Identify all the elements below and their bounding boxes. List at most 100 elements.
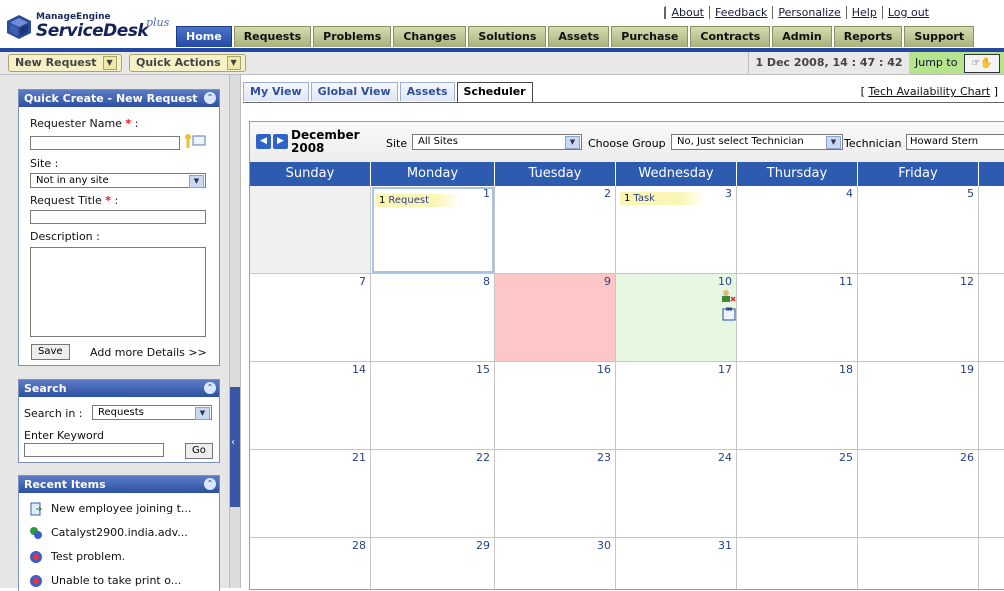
calendar-day-21[interactable]: 21 [250, 450, 371, 538]
group-select[interactable]: No, Just select Technician ▼ [671, 134, 843, 150]
chevron-down-icon[interactable]: ▼ [195, 407, 210, 420]
tab-home[interactable]: Home [176, 26, 232, 47]
quick-actions-button[interactable]: Quick Actions ▼ [129, 54, 246, 72]
tab-global-view[interactable]: Global View [310, 82, 398, 101]
calendar-day-7[interactable]: 7 [250, 274, 371, 362]
request-doc-icon [29, 502, 43, 516]
tech-availability-chart-link[interactable]: Tech Availability Chart [868, 85, 990, 98]
tab-assets[interactable]: Assets [548, 26, 610, 47]
calendar-day-23[interactable]: 23 [495, 450, 616, 538]
tab-assets-view[interactable]: Assets [399, 82, 455, 101]
calendar-day-22[interactable]: 22 [371, 450, 495, 538]
calendar-day-5[interactable]: 5 [858, 186, 979, 274]
tab-contracts[interactable]: Contracts [690, 26, 771, 47]
calendar-day-15[interactable]: 15 [371, 362, 495, 450]
search-in-select[interactable]: Requests ▼ [92, 405, 212, 420]
calendar-day-26[interactable]: 26 [858, 450, 979, 538]
description-textarea[interactable] [30, 247, 206, 337]
calendar-day-29[interactable]: 29 [371, 538, 495, 589]
tab-solutions[interactable]: Solutions [468, 26, 547, 47]
quick-create-panel: Quick Create - New Request ⌃ Requester Na… [18, 89, 220, 366]
chevron-down-icon[interactable]: ▼ [102, 56, 117, 70]
tab-admin[interactable]: Admin [772, 26, 832, 47]
site-filter-select[interactable]: All Sites ▼ [412, 134, 582, 150]
personalize-link[interactable]: Personalize [772, 6, 846, 19]
calendar-day-30[interactable]: 30 [495, 538, 616, 589]
technician-leave-icon[interactable] [720, 289, 736, 303]
calendar-day-1[interactable]: 1 1 Request [371, 186, 495, 274]
calendar-day-25[interactable]: 25 [737, 450, 858, 538]
calendar-day-31[interactable]: 31 [616, 538, 737, 589]
recent-item[interactable]: Catalyst2900.india.adv... [29, 526, 188, 540]
collapse-icon[interactable]: ⌃ [204, 478, 216, 490]
chevron-down-icon[interactable]: ▼ [226, 56, 241, 70]
requester-lookup-icon[interactable] [184, 133, 206, 149]
calendar-day-4[interactable]: 4 [737, 186, 858, 274]
next-month-button[interactable]: ▶ [273, 134, 288, 149]
collapse-icon[interactable]: ⌃ [204, 382, 216, 394]
calendar-day-2[interactable]: 2 [495, 186, 616, 274]
request-title-input[interactable] [30, 210, 206, 224]
calendar-day-24[interactable]: 24 [616, 450, 737, 538]
recent-item[interactable]: New employee joining t... [29, 502, 191, 516]
top-links: About Feedback Personalize Help Log out [664, 6, 934, 19]
jump-to-button[interactable]: Jump to ☞✋ [909, 52, 1004, 74]
calendar-day-18[interactable]: 18 [737, 362, 858, 450]
calendar-day-8[interactable]: 8 [371, 274, 495, 362]
tab-changes[interactable]: Changes [393, 26, 467, 47]
about-link[interactable]: About [665, 6, 709, 19]
collapse-sidebar-handle[interactable]: ‹ [230, 387, 240, 507]
month-title: December 2008 [291, 128, 360, 155]
chevron-down-icon[interactable]: ▼ [826, 136, 841, 149]
calendar-day-partial [979, 362, 1004, 450]
logout-link[interactable]: Log out [881, 6, 934, 19]
task-event[interactable]: 1 Task [620, 192, 706, 205]
new-request-button[interactable]: New Request ▼ [8, 54, 122, 72]
tab-scheduler[interactable]: Scheduler [456, 82, 533, 103]
calendar-day-empty [250, 186, 371, 274]
tab-support[interactable]: Support [904, 26, 975, 47]
calendar-day-12[interactable]: 12 [858, 274, 979, 362]
clipboard-icon[interactable] [722, 307, 736, 321]
jump-hand-icon[interactable]: ☞✋ [964, 54, 1000, 73]
tab-purchase[interactable]: Purchase [611, 26, 689, 47]
help-link[interactable]: Help [845, 6, 882, 19]
weekday-sunday: Sunday [250, 162, 371, 186]
prev-month-button[interactable]: ◀ [256, 134, 271, 149]
calendar-day-17[interactable]: 17 [616, 362, 737, 450]
left-sidebar: Quick Create - New Request ⌃ Requester Na… [0, 75, 229, 591]
request-event[interactable]: 1 Request [375, 194, 461, 207]
calendar-day-16[interactable]: 16 [495, 362, 616, 450]
servicedesk-logo[interactable]: ManageEngine ServiceDesk plus [6, 12, 186, 44]
tab-reports[interactable]: Reports [833, 26, 903, 47]
chevron-down-icon[interactable]: ▼ [565, 136, 580, 149]
calendar-day-19[interactable]: 19 [858, 362, 979, 450]
site-select[interactable]: Not in any site ▼ [30, 173, 206, 188]
tab-problems[interactable]: Problems [313, 26, 392, 47]
calendar-day-9[interactable]: 9 [495, 274, 616, 362]
requester-name-input[interactable] [30, 136, 180, 150]
recent-item[interactable]: Unable to take print o... [29, 574, 181, 588]
chevron-down-icon[interactable]: ▼ [189, 175, 204, 188]
calendar-day-11[interactable]: 11 [737, 274, 858, 362]
calendar-day-28[interactable]: 28 [250, 538, 371, 589]
calendar-day-10[interactable]: 10 [616, 274, 737, 362]
go-button[interactable]: Go [185, 443, 213, 459]
sidebar-splitter[interactable]: ‹ [229, 75, 241, 588]
calendar-day-3[interactable]: 3 1 Task [616, 186, 737, 274]
required-marker: * [125, 117, 132, 130]
tab-my-view[interactable]: My View [243, 82, 309, 101]
collapse-icon[interactable]: ⌃ [204, 92, 216, 104]
site-select-value: Not in any site [36, 175, 109, 186]
chevron-left-icon[interactable]: ‹ [231, 437, 235, 448]
tab-requests[interactable]: Requests [233, 26, 312, 47]
add-more-details-link[interactable]: Add more Details >> [90, 346, 207, 359]
save-button[interactable]: Save [31, 344, 70, 360]
label-colon: : [134, 117, 139, 130]
technician-input[interactable]: Howard Stern [906, 134, 1004, 150]
feedback-link[interactable]: Feedback [709, 6, 773, 19]
calendar-day-14[interactable]: 14 [250, 362, 371, 450]
label-colon: : [114, 194, 119, 207]
keyword-input[interactable] [24, 443, 164, 457]
recent-item[interactable]: Test problem. [29, 550, 125, 564]
